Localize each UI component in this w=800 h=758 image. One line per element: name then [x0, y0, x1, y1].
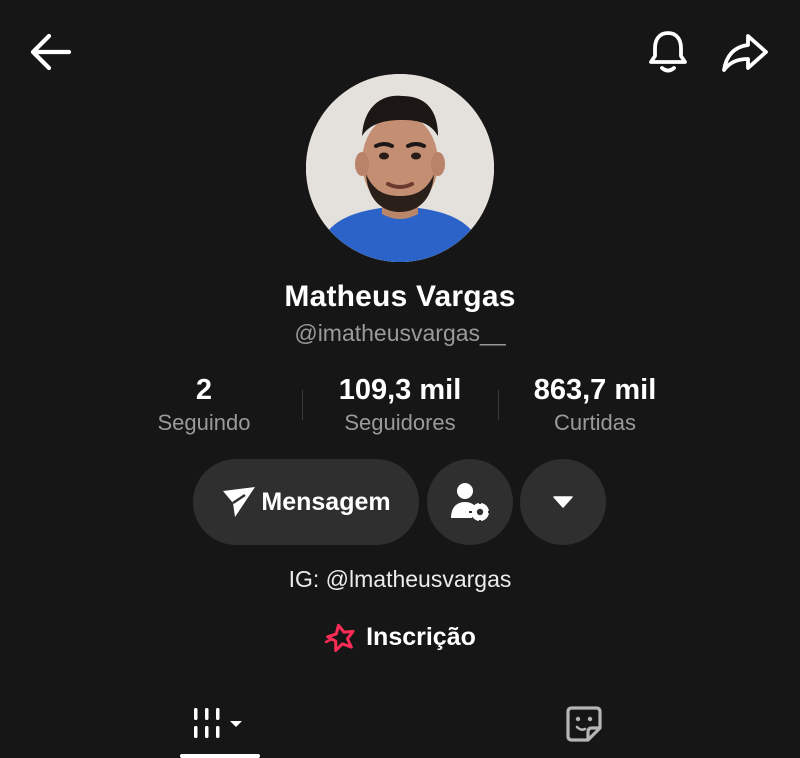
profile-stats: 2 Seguindo 109,3 mil Seguidores 863,7 mi…	[0, 372, 800, 442]
active-tab-indicator	[180, 754, 260, 758]
content-tabs	[0, 690, 800, 758]
user-gear-icon	[451, 483, 491, 523]
stat-followers-value: 109,3 mil	[338, 374, 462, 406]
arrow-left-icon	[30, 33, 72, 71]
back-button[interactable]	[26, 30, 74, 74]
stat-divider	[498, 390, 499, 420]
avatar-photo	[306, 74, 494, 262]
notifications-button[interactable]	[644, 28, 692, 76]
stat-following-value: 2	[195, 374, 213, 406]
avatar[interactable]	[306, 74, 494, 262]
stat-followers[interactable]: 109,3 mil Seguidores	[310, 372, 490, 438]
send-plane-icon	[223, 487, 256, 517]
stat-following-label: Seguindo	[157, 410, 251, 435]
profile-screen: Matheus Vargas @imatheusvargas__ 2 Segui…	[0, 0, 800, 758]
profile-handle: @imatheusvargas__	[294, 320, 506, 346]
stat-followers-label: Seguidores	[344, 410, 456, 435]
more-options-button[interactable]	[520, 459, 606, 545]
stat-likes-value: 863,7 mil	[533, 374, 657, 406]
profile-bio: IG: @lmatheusvargas	[288, 566, 512, 592]
caret-down-icon	[553, 496, 573, 508]
tab-saved[interactable]	[524, 690, 644, 758]
share-button[interactable]	[718, 28, 772, 76]
message-button[interactable]: Mensagem	[193, 459, 419, 545]
profile-name: Matheus Vargas	[284, 280, 516, 313]
stat-likes[interactable]: 863,7 mil Curtidas	[505, 372, 685, 438]
stat-likes-label: Curtidas	[554, 410, 636, 435]
subscription-star-icon	[324, 623, 355, 652]
profile-actions: Mensagem	[0, 459, 800, 545]
user-settings-button[interactable]	[427, 459, 513, 545]
grid-bars-icon	[194, 708, 242, 738]
message-button-label: Mensagem	[261, 487, 391, 516]
sticker-icon	[566, 706, 602, 742]
stat-following[interactable]: 2 Seguindo	[114, 372, 294, 438]
share-arrow-icon	[722, 34, 768, 72]
subscription-label: Inscrição	[366, 622, 476, 651]
stat-divider	[302, 390, 303, 420]
tab-videos[interactable]	[160, 690, 280, 758]
bell-icon	[649, 31, 687, 73]
subscription-button[interactable]: Inscrição	[0, 622, 800, 652]
